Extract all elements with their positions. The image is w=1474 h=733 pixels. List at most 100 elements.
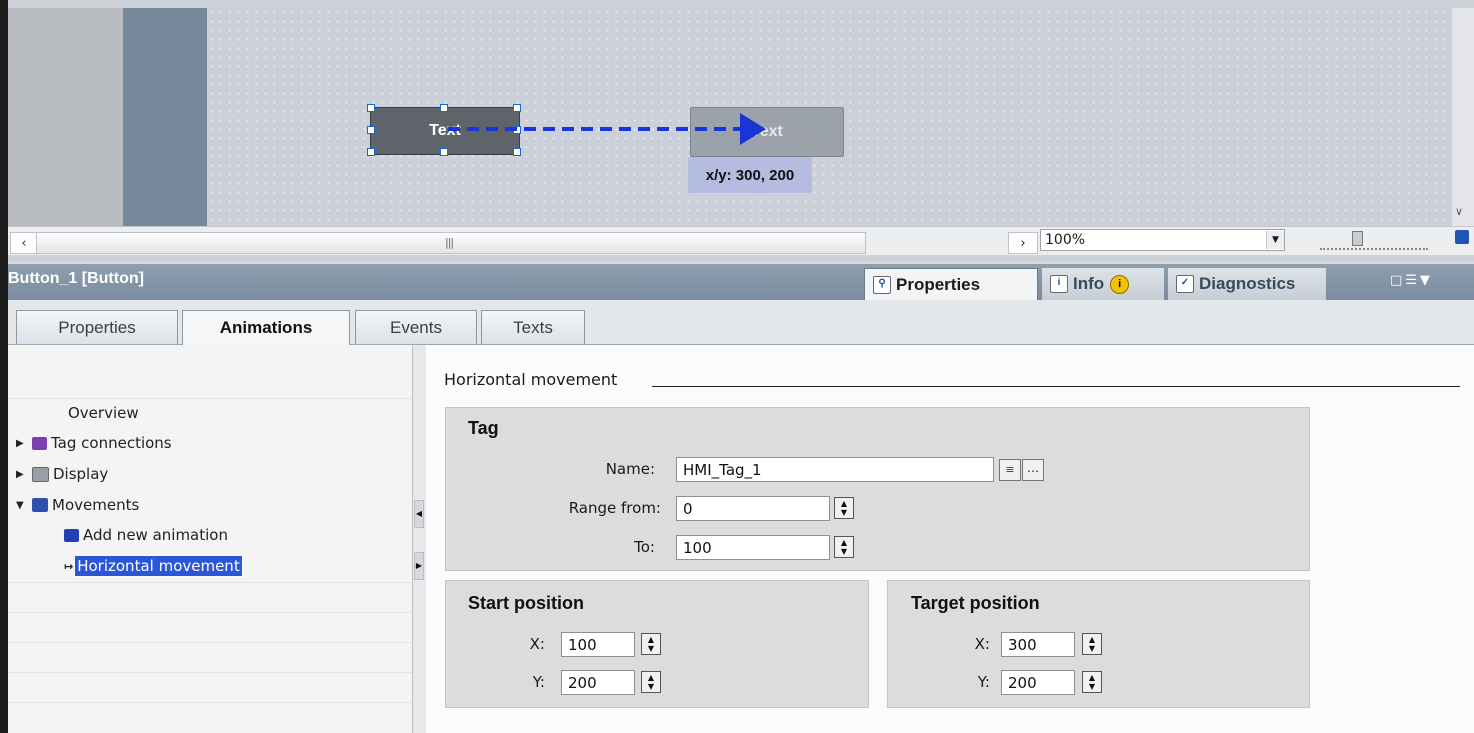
range-from-label: Range from: <box>568 499 661 517</box>
row-divider <box>8 642 412 643</box>
tree-item-movements[interactable]: ▼ Movements <box>16 496 139 514</box>
tree-item-label: Tag connections <box>51 434 172 452</box>
chevron-left-icon: ‹ <box>21 235 27 251</box>
zoom-slider[interactable] <box>1320 238 1428 250</box>
subtab-label: Properties <box>58 317 136 337</box>
movement-icon <box>32 498 48 512</box>
row-divider <box>8 582 412 583</box>
scroll-left-button[interactable]: ‹ <box>10 232 38 254</box>
start-y-field[interactable]: 200 <box>561 670 635 695</box>
target-x-label: X: <box>974 635 990 653</box>
tree-item-label: Horizontal movement <box>74 555 243 577</box>
zoom-fit-icon[interactable] <box>1455 230 1469 244</box>
range-to-field[interactable]: 100 <box>676 535 830 560</box>
position-tooltip: x/y: 300, 200 <box>688 157 812 193</box>
horizontal-movement-icon: ↦ <box>64 559 74 573</box>
target-position-title: Target position <box>911 593 1040 613</box>
chevron-right-icon: › <box>1020 235 1026 251</box>
selection-handle[interactable] <box>367 148 375 156</box>
tab-properties-top[interactable]: ⚲ Properties <box>864 268 1038 301</box>
range-from-stepper[interactable]: ▲ ▼ <box>834 497 854 519</box>
tree-item-label: Add new animation <box>83 526 228 544</box>
tree-item-label: Overview <box>68 404 139 422</box>
name-label: Name: <box>605 460 655 478</box>
display-icon <box>32 466 49 482</box>
range-from-field[interactable]: 0 <box>676 496 830 521</box>
subtab-animations[interactable]: Animations <box>182 310 350 345</box>
start-y-label: Y: <box>532 673 545 691</box>
movement-path-arrow <box>448 113 766 145</box>
row-divider <box>8 672 412 673</box>
target-y-stepper[interactable]: ▲ ▼ <box>1082 671 1102 693</box>
tag-list-icon[interactable]: ≡ <box>999 459 1021 481</box>
range-to-stepper[interactable]: ▲ ▼ <box>834 536 854 558</box>
tree-item-overview[interactable]: Overview <box>68 404 139 422</box>
start-position-title: Start position <box>468 593 584 613</box>
position-tooltip-text: x/y: 300, 200 <box>705 166 795 184</box>
tag-name-field[interactable]: HMI_Tag_1 <box>676 457 994 482</box>
selection-handle[interactable] <box>440 148 448 156</box>
target-y-value: 200 <box>1008 673 1037 692</box>
tree-item-label: Movements <box>52 496 140 514</box>
tab-info-top[interactable]: i Info i <box>1042 268 1164 300</box>
canvas-margin-left <box>8 8 123 226</box>
range-from-value: 0 <box>683 499 693 518</box>
window-left-border <box>0 0 8 733</box>
tree-item-add-new-animation[interactable]: Add new animation <box>64 526 228 544</box>
chevron-down-icon[interactable]: ▼ <box>1266 231 1284 249</box>
inspector-title: Button_1 [Button] <box>8 270 144 287</box>
tab-label: Diagnostics <box>1199 274 1296 293</box>
start-y-value: 200 <box>568 673 597 692</box>
section-divider <box>652 386 1460 387</box>
diagnostics-icon: ✓ <box>1176 275 1194 293</box>
add-animation-icon <box>64 528 79 542</box>
zoom-slider-thumb[interactable] <box>1352 231 1363 246</box>
tree-item-display[interactable]: ▶ Display <box>16 465 108 483</box>
scroll-grip-icon: ||| <box>445 236 454 249</box>
scroll-down-icon[interactable]: ∨ <box>1455 205 1463 218</box>
scroll-right-button[interactable]: › <box>1008 232 1038 254</box>
tree-item-horizontal-movement[interactable]: ↦ Horizontal movement <box>64 555 243 577</box>
target-y-label: Y: <box>977 673 990 691</box>
range-to-value: 100 <box>683 538 712 557</box>
expand-right-icon[interactable]: ▶ <box>414 552 424 580</box>
browse-button[interactable]: … <box>1022 459 1044 481</box>
tab-label: Properties <box>896 275 981 294</box>
selection-handle[interactable] <box>367 126 375 134</box>
target-y-field[interactable]: 200 <box>1001 670 1075 695</box>
target-x-value: 300 <box>1008 635 1037 654</box>
subtab-label: Texts <box>513 317 553 337</box>
start-x-field[interactable]: 100 <box>561 632 635 657</box>
expand-icon[interactable]: ▶ <box>16 438 28 449</box>
zoom-select[interactable]: 100% <box>1040 229 1285 251</box>
properties-icon: ⚲ <box>873 276 891 294</box>
tag-group <box>445 407 1310 571</box>
subtab-properties[interactable]: Properties <box>16 310 178 344</box>
collapse-left-icon[interactable]: ◀ <box>414 500 424 528</box>
tab-label: Info <box>1073 274 1105 293</box>
start-y-stepper[interactable]: ▲ ▼ <box>641 671 661 693</box>
section-title: Horizontal movement <box>444 370 618 389</box>
subtab-events[interactable]: Events <box>355 310 477 344</box>
expand-icon[interactable]: ▶ <box>16 469 28 480</box>
start-x-stepper[interactable]: ▲ ▼ <box>641 633 661 655</box>
tree-item-label: Display <box>53 465 109 483</box>
tab-diagnostics-top[interactable]: ✓ Diagnostics <box>1168 268 1326 300</box>
tree-item-tag-connections[interactable]: ▶ Tag connections <box>16 434 172 452</box>
tag-group-title: Tag <box>468 418 499 438</box>
panel-options-icon[interactable]: □☰▼ <box>1390 273 1433 288</box>
row-divider <box>8 612 412 613</box>
subtab-label: Animations <box>219 318 313 337</box>
target-x-stepper[interactable]: ▲ ▼ <box>1082 633 1102 655</box>
to-label: To: <box>634 538 655 556</box>
vertical-scrollbar[interactable] <box>1452 8 1474 226</box>
info-badge-icon: i <box>1110 274 1130 294</box>
subtab-texts[interactable]: Texts <box>481 310 585 344</box>
selection-handle[interactable] <box>513 148 521 156</box>
tag-connection-icon <box>32 436 47 450</box>
subtab-label: Events <box>390 317 442 337</box>
collapse-icon[interactable]: ▼ <box>16 500 28 511</box>
selection-handle[interactable] <box>367 104 375 112</box>
target-x-field[interactable]: 300 <box>1001 632 1075 657</box>
tag-name-value: HMI_Tag_1 <box>683 460 762 479</box>
